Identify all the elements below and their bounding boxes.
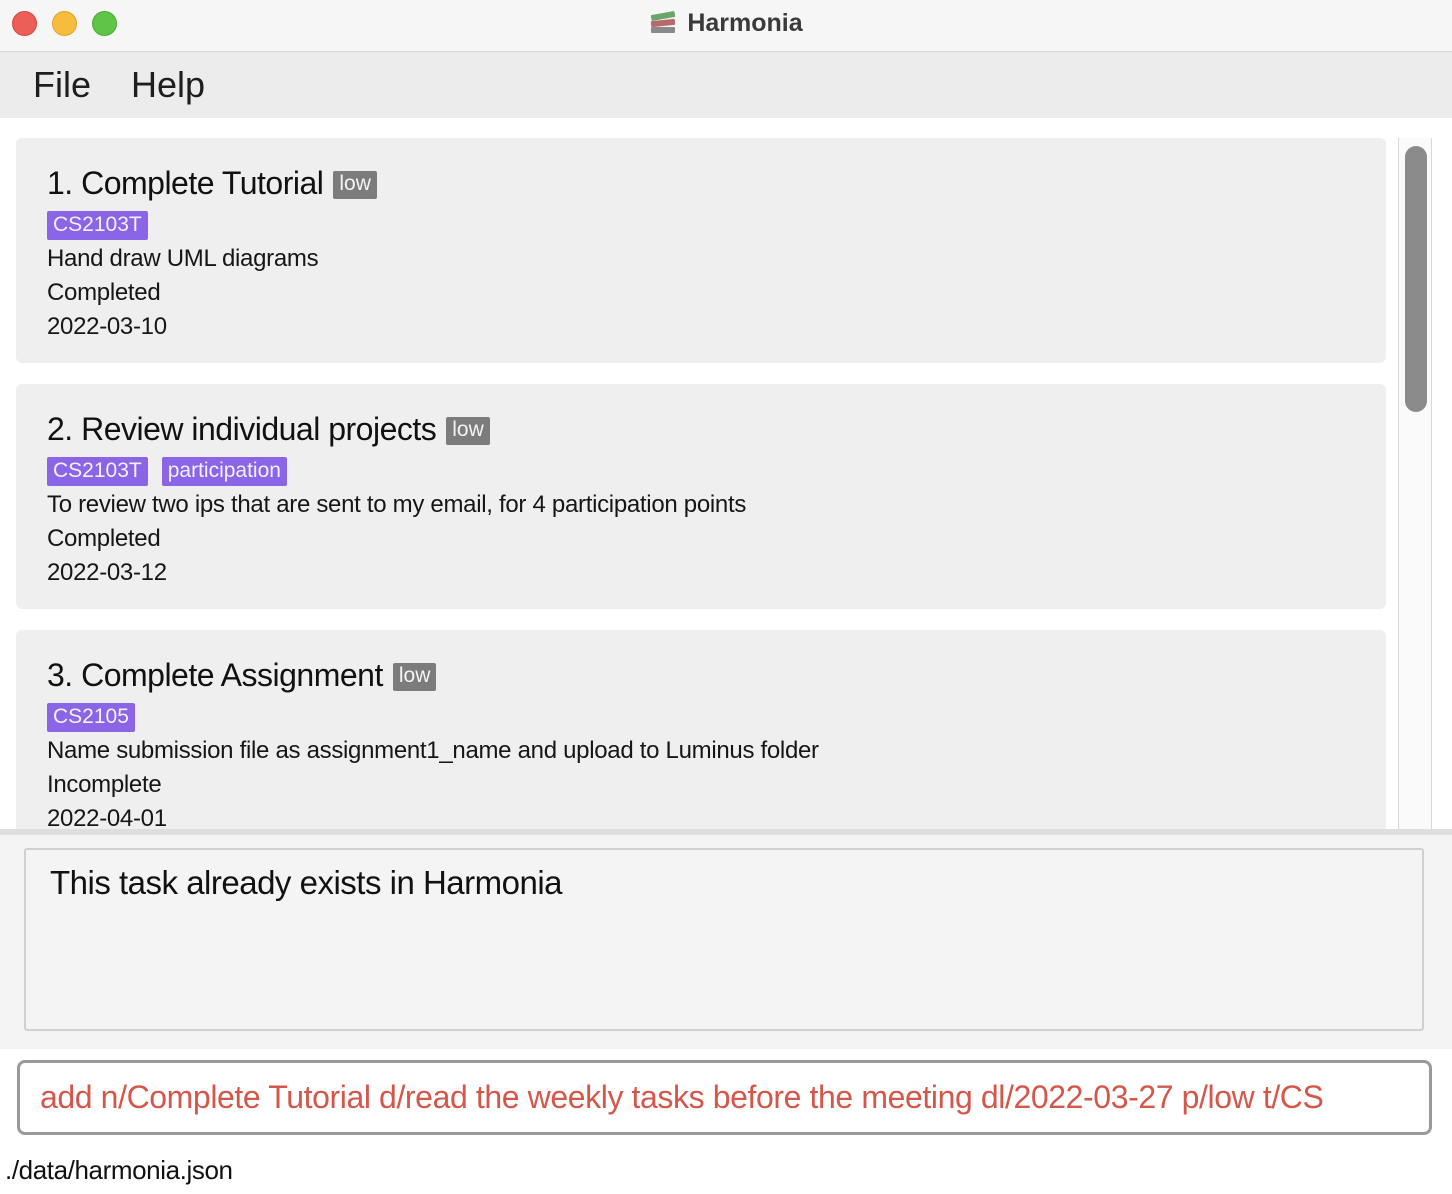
priority-badge: low <box>392 663 437 691</box>
tag-list: CS2105 <box>47 700 1386 734</box>
menu-bar: File Help <box>0 52 1452 118</box>
task-deadline: 2022-03-10 <box>47 313 167 340</box>
task-deadline: 2022-03-12 <box>47 559 167 586</box>
status-bar: ./data/harmonia.json <box>0 1149 1452 1194</box>
priority-badge: low <box>446 417 490 445</box>
task-card[interactable]: 3. Complete Assignment low CS2105 Name s… <box>16 630 1386 830</box>
tag-list: CS2103T participation <box>47 454 1386 488</box>
books-icon <box>649 9 677 37</box>
scrollbar-thumb[interactable] <box>1405 146 1427 412</box>
task-status: Incomplete <box>47 771 162 798</box>
result-message: This task already exists in Harmonia <box>50 864 563 901</box>
task-card[interactable]: 1. Complete Tutorial low CS2103T Hand dr… <box>16 138 1386 363</box>
tag-badge: CS2103T <box>47 210 148 240</box>
result-panel: This task already exists in Harmonia <box>0 835 1452 1049</box>
task-list-panel[interactable]: 1. Complete Tutorial low CS2103T Hand dr… <box>0 118 1452 830</box>
command-panel <box>0 1049 1452 1149</box>
task-title: 1. Complete Tutorial <box>47 164 324 201</box>
app-window: Harmonia File Help 1. Complete Tutorial … <box>0 0 1452 1194</box>
task-description: Name submission file as assignment1_name… <box>47 737 819 764</box>
title-bar: Harmonia <box>0 0 1452 52</box>
tag-badge: participation <box>161 456 287 486</box>
priority-badge: low <box>333 171 377 199</box>
task-status: Completed <box>47 525 161 552</box>
command-input[interactable] <box>40 1063 1410 1132</box>
menu-help[interactable]: Help <box>131 64 205 106</box>
data-file-path: ./data/harmonia.json <box>5 1155 233 1185</box>
task-title: 2. Review individual projects <box>47 410 437 447</box>
task-deadline: 2022-04-01 <box>47 805 167 830</box>
task-title: 3. Complete Assignment <box>47 656 383 693</box>
tag-badge: CS2103T <box>47 456 148 486</box>
tag-list: CS2103T <box>47 208 1386 242</box>
command-box[interactable] <box>17 1060 1432 1135</box>
task-description: To review two ips that are sent to my em… <box>47 491 747 518</box>
task-list-scrollbar[interactable] <box>1398 138 1432 830</box>
window-title-group: Harmonia <box>0 0 1452 46</box>
result-display[interactable]: This task already exists in Harmonia <box>24 848 1424 1031</box>
window-title: Harmonia <box>687 8 803 37</box>
task-description: Hand draw UML diagrams <box>47 245 319 272</box>
task-card[interactable]: 2. Review individual projects low CS2103… <box>16 384 1386 609</box>
menu-file[interactable]: File <box>33 64 91 106</box>
task-status: Completed <box>47 279 161 306</box>
tag-badge: CS2105 <box>47 702 135 732</box>
